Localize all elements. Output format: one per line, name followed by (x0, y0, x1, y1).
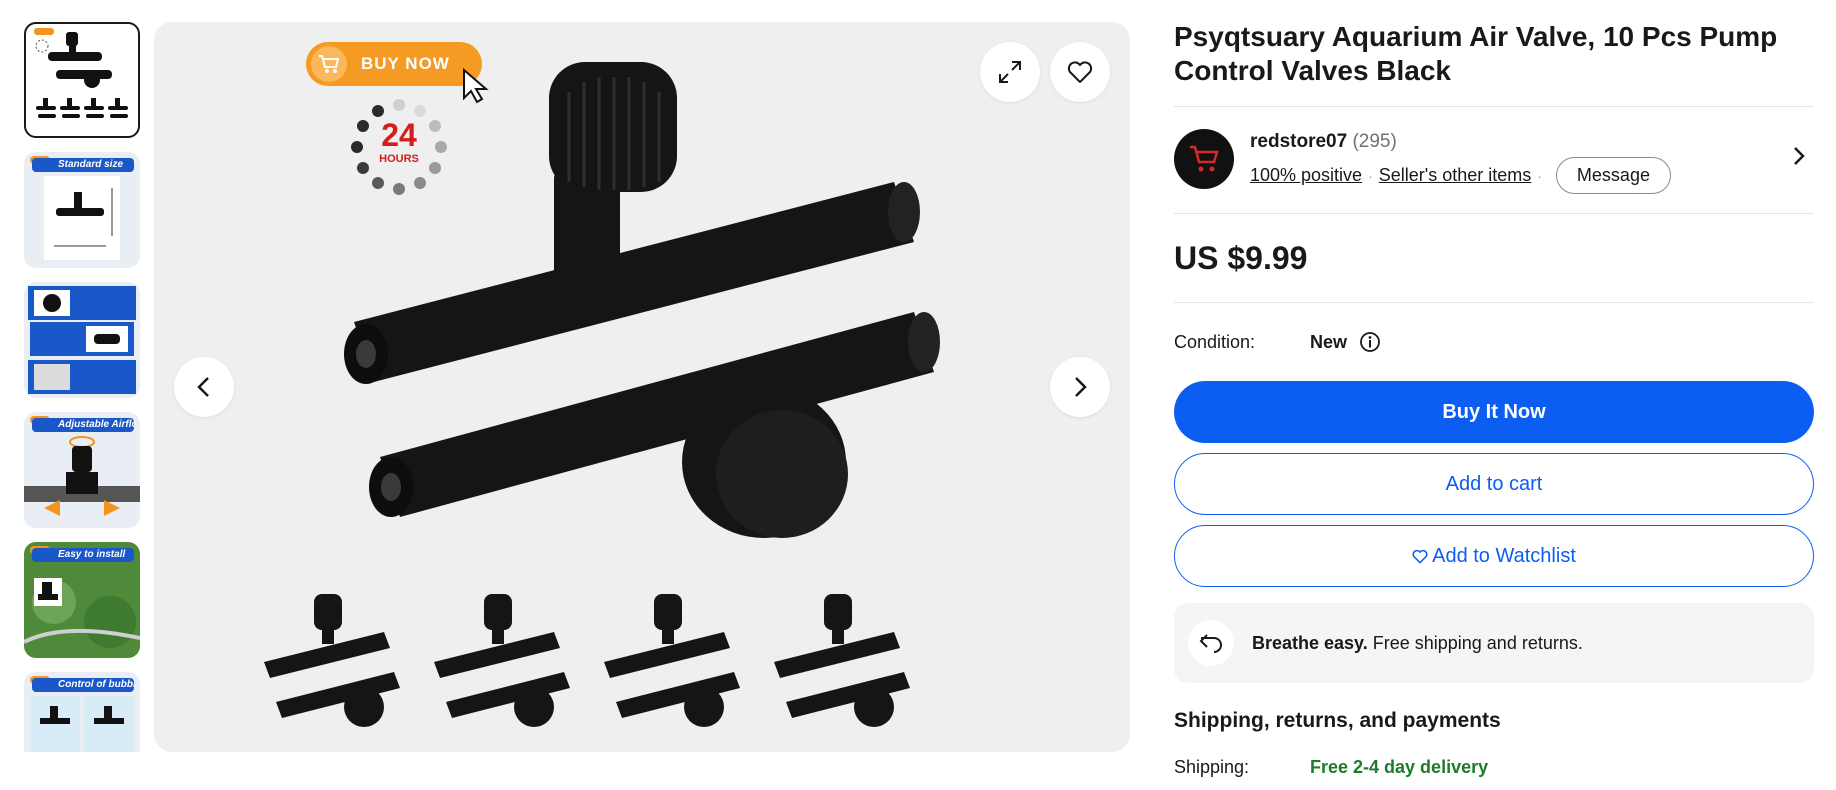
valve-dimension-image (44, 176, 120, 260)
condition-row: Condition: New (1174, 303, 1814, 381)
notice-bold: Breathe easy. (1252, 632, 1368, 653)
positive-feedback-link[interactable]: 100% positive (1250, 165, 1362, 186)
valve-product-illustration (264, 62, 940, 727)
info-icon[interactable] (1359, 331, 1381, 353)
thumbnail-5[interactable]: Easy to install (24, 542, 140, 658)
seller-feedback-count: (295) (1352, 131, 1397, 152)
thumbnail-6[interactable]: Control of bubble strength (24, 672, 140, 752)
heart-icon (1412, 549, 1428, 563)
valve-structure-image (28, 286, 136, 394)
condition-value: New (1310, 331, 1348, 352)
shipping-section-title: Shipping, returns, and payments (1174, 709, 1501, 732)
seller-details-button[interactable] (1792, 145, 1806, 172)
next-image-button[interactable] (1050, 357, 1110, 417)
heart-icon (1067, 61, 1093, 83)
expand-icon (999, 61, 1021, 83)
main-product-image[interactable]: BUY NOW 24 HOURS (154, 22, 1130, 752)
thumbnail-3[interactable] (24, 282, 140, 398)
add-to-watchlist-button[interactable]: Add to Watchlist (1174, 525, 1814, 587)
valve-thumbnail-image (34, 28, 128, 118)
seller-card: redstore07 (295) 100% positive · Seller'… (1174, 107, 1814, 213)
seller-other-items-link[interactable]: Seller's other items (1379, 165, 1532, 186)
message-button[interactable]: Message (1555, 157, 1671, 194)
free-returns-notice: Breathe easy. Free shipping and returns. (1174, 603, 1814, 683)
favorite-button[interactable] (1050, 42, 1110, 102)
separator-dot: · (1368, 167, 1373, 184)
expand-button[interactable] (980, 42, 1040, 102)
previous-image-button[interactable] (174, 357, 234, 417)
chevron-left-icon (197, 377, 209, 397)
return-arrow-icon (1188, 620, 1234, 666)
watchlist-label: Add to Watchlist (1432, 544, 1576, 567)
seller-name-row: redstore07 (295) (1250, 131, 1397, 153)
thumbnail-2[interactable]: Standard size (24, 152, 140, 268)
product-details: Psyqtsuary Aquarium Air Valve, 10 Pcs Pu… (1174, 18, 1814, 778)
shipping-row: Shipping: Free 2-4 day delivery (1174, 757, 1814, 778)
thumbnail-1[interactable] (24, 22, 140, 138)
thumbnail-4[interactable]: Adjustable Airflow (24, 412, 140, 528)
product-price: US $9.99 (1174, 240, 1308, 276)
product-title: Psyqtsuary Aquarium Air Valve, 10 Pcs Pu… (1174, 21, 1778, 86)
chevron-right-icon (1075, 377, 1087, 397)
notice-text: Free shipping and returns. (1367, 632, 1583, 653)
seller-name[interactable]: redstore07 (1250, 131, 1347, 152)
separator-dot: · (1537, 167, 1542, 184)
cart-logo-icon (1190, 145, 1219, 172)
seller-links: 100% positive · Seller's other items · M… (1250, 157, 1671, 194)
chevron-right-icon (1794, 147, 1805, 165)
valve-install-image (24, 578, 140, 648)
valve-bubble-image (30, 696, 134, 752)
shipping-value: Free 2-4 day delivery (1310, 757, 1489, 777)
condition-label: Condition: (1174, 331, 1256, 352)
shipping-label: Shipping: (1174, 757, 1250, 777)
buy-it-now-button[interactable]: Buy It Now (1174, 381, 1814, 443)
valve-airflow-image (24, 436, 140, 516)
add-to-cart-button[interactable]: Add to cart (1174, 453, 1814, 515)
thumbnail-strip: Standard size Adjustable Airflow (24, 22, 144, 752)
seller-avatar[interactable] (1174, 129, 1234, 189)
